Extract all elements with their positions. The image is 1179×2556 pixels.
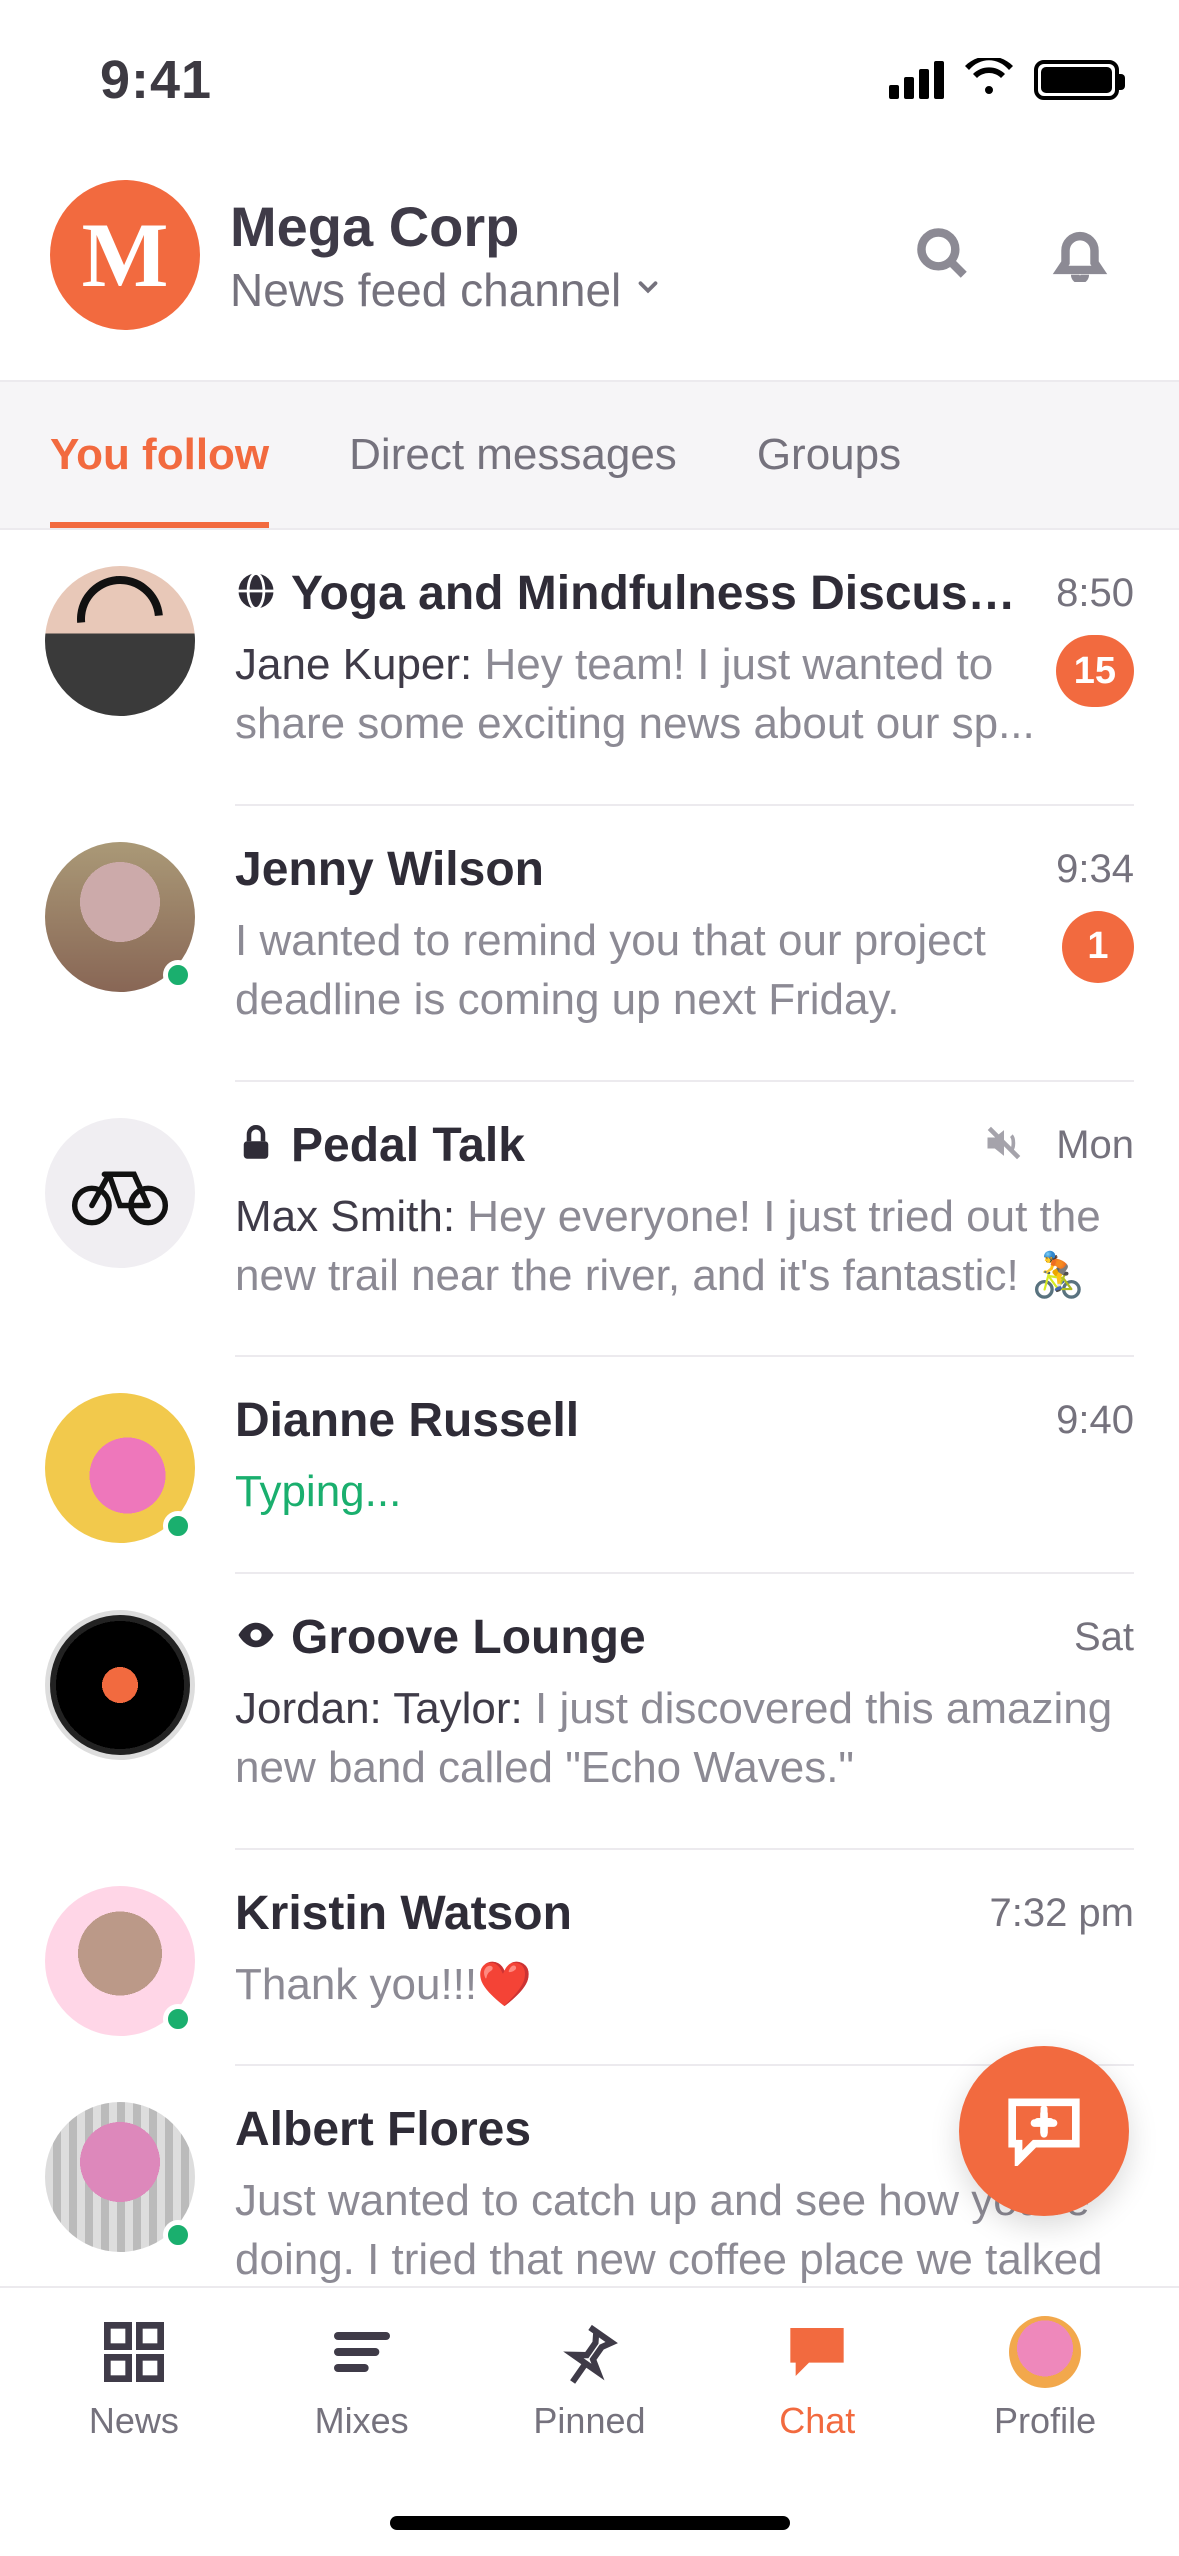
tab-groups[interactable]: Groups bbox=[757, 382, 901, 528]
org-avatar[interactable]: M bbox=[50, 180, 200, 330]
chat-preview: Jordan: Taylor: I just discovered this a… bbox=[235, 1679, 1134, 1798]
status-time: 9:41 bbox=[100, 49, 212, 111]
avatar bbox=[45, 1610, 195, 1760]
chat-time: Mon bbox=[1056, 1123, 1134, 1168]
nav-news[interactable]: News bbox=[44, 2316, 224, 2556]
grid-icon bbox=[98, 2316, 170, 2388]
chat-time: 8:50 bbox=[1056, 571, 1134, 616]
avatar bbox=[45, 566, 195, 716]
chat-title: Dianne Russell bbox=[235, 1393, 1042, 1448]
chat-row[interactable]: Pedal Talk Mon Max Smith: Hey everyone! … bbox=[0, 1082, 1179, 1358]
nav-label: Pinned bbox=[533, 2400, 645, 2442]
presence-indicator bbox=[163, 2220, 193, 2250]
nav-label: Mixes bbox=[315, 2400, 409, 2442]
battery-icon bbox=[1034, 60, 1119, 100]
nav-label: Profile bbox=[994, 2400, 1096, 2442]
avatar bbox=[1009, 2316, 1081, 2388]
header: M Mega Corp News feed channel bbox=[0, 160, 1179, 380]
chat-row[interactable]: Dianne Russell 9:40 Typing... bbox=[0, 1357, 1179, 1573]
chat-time: 7:32 pm bbox=[989, 1891, 1134, 1936]
home-indicator bbox=[390, 2516, 790, 2530]
lock-icon bbox=[235, 1122, 277, 1169]
unread-badge: 1 bbox=[1062, 911, 1134, 983]
avatar bbox=[45, 1118, 195, 1268]
bell-icon[interactable] bbox=[1051, 224, 1109, 287]
nav-profile[interactable]: Profile bbox=[955, 2316, 1135, 2556]
chat-icon bbox=[781, 2316, 853, 2388]
presence-indicator bbox=[163, 1511, 193, 1541]
pin-icon bbox=[553, 2316, 625, 2388]
wifi-icon bbox=[964, 58, 1014, 103]
tabs: You follow Direct messages Groups bbox=[0, 380, 1179, 530]
search-icon[interactable] bbox=[913, 224, 971, 287]
tab-you-follow[interactable]: You follow bbox=[50, 382, 269, 528]
org-title: Mega Corp bbox=[230, 194, 883, 259]
cellular-icon bbox=[889, 61, 944, 99]
typing-indicator: Typing... bbox=[235, 1462, 1134, 1521]
chat-time: 9:40 bbox=[1056, 1398, 1134, 1443]
chat-preview: Thank you!!!❤️ bbox=[235, 1955, 1134, 2014]
chat-title: Groove Lounge bbox=[291, 1610, 1060, 1665]
chat-row[interactable]: Kristin Watson 7:32 pm Thank you!!!❤️ bbox=[0, 1850, 1179, 2066]
status-bar: 9:41 bbox=[0, 0, 1179, 160]
org-subtitle: News feed channel bbox=[230, 263, 621, 317]
org-title-block[interactable]: Mega Corp News feed channel bbox=[230, 194, 883, 317]
chat-row[interactable]: Groove Lounge Sat Jordan: Taylor: I just… bbox=[0, 1574, 1179, 1850]
chat-row[interactable]: Jenny Wilson 9:34 I wanted to remind you… bbox=[0, 806, 1179, 1082]
globe-icon bbox=[235, 570, 277, 617]
chat-title: Jenny Wilson bbox=[235, 842, 1042, 897]
chat-title: Pedal Talk bbox=[291, 1118, 968, 1173]
chat-preview: Max Smith: Hey everyone! I just tried ou… bbox=[235, 1187, 1134, 1306]
chat-title: Yoga and Mindfulness Discussi... bbox=[291, 566, 1042, 621]
tab-direct-messages[interactable]: Direct messages bbox=[349, 382, 677, 528]
lines-icon bbox=[326, 2316, 398, 2388]
chevron-down-icon bbox=[633, 272, 663, 307]
chat-time: Sat bbox=[1074, 1615, 1134, 1660]
chat-title: Kristin Watson bbox=[235, 1886, 975, 1941]
muted-icon bbox=[982, 1121, 1026, 1170]
unread-badge: 15 bbox=[1056, 635, 1134, 707]
chat-preview: Jane Kuper: Hey team! I just wanted to s… bbox=[235, 635, 1036, 754]
presence-indicator bbox=[163, 2004, 193, 2034]
status-icons bbox=[889, 58, 1119, 103]
nav-label: News bbox=[89, 2400, 179, 2442]
presence-indicator bbox=[163, 960, 193, 990]
eye-icon bbox=[235, 1614, 277, 1661]
chat-preview: I wanted to remind you that our project … bbox=[235, 911, 1042, 1030]
chat-time: 9:34 bbox=[1056, 847, 1134, 892]
nav-label: Chat bbox=[779, 2400, 855, 2442]
chat-row[interactable]: Yoga and Mindfulness Discussi... 8:50 Ja… bbox=[0, 530, 1179, 806]
new-chat-fab[interactable] bbox=[959, 2046, 1129, 2216]
